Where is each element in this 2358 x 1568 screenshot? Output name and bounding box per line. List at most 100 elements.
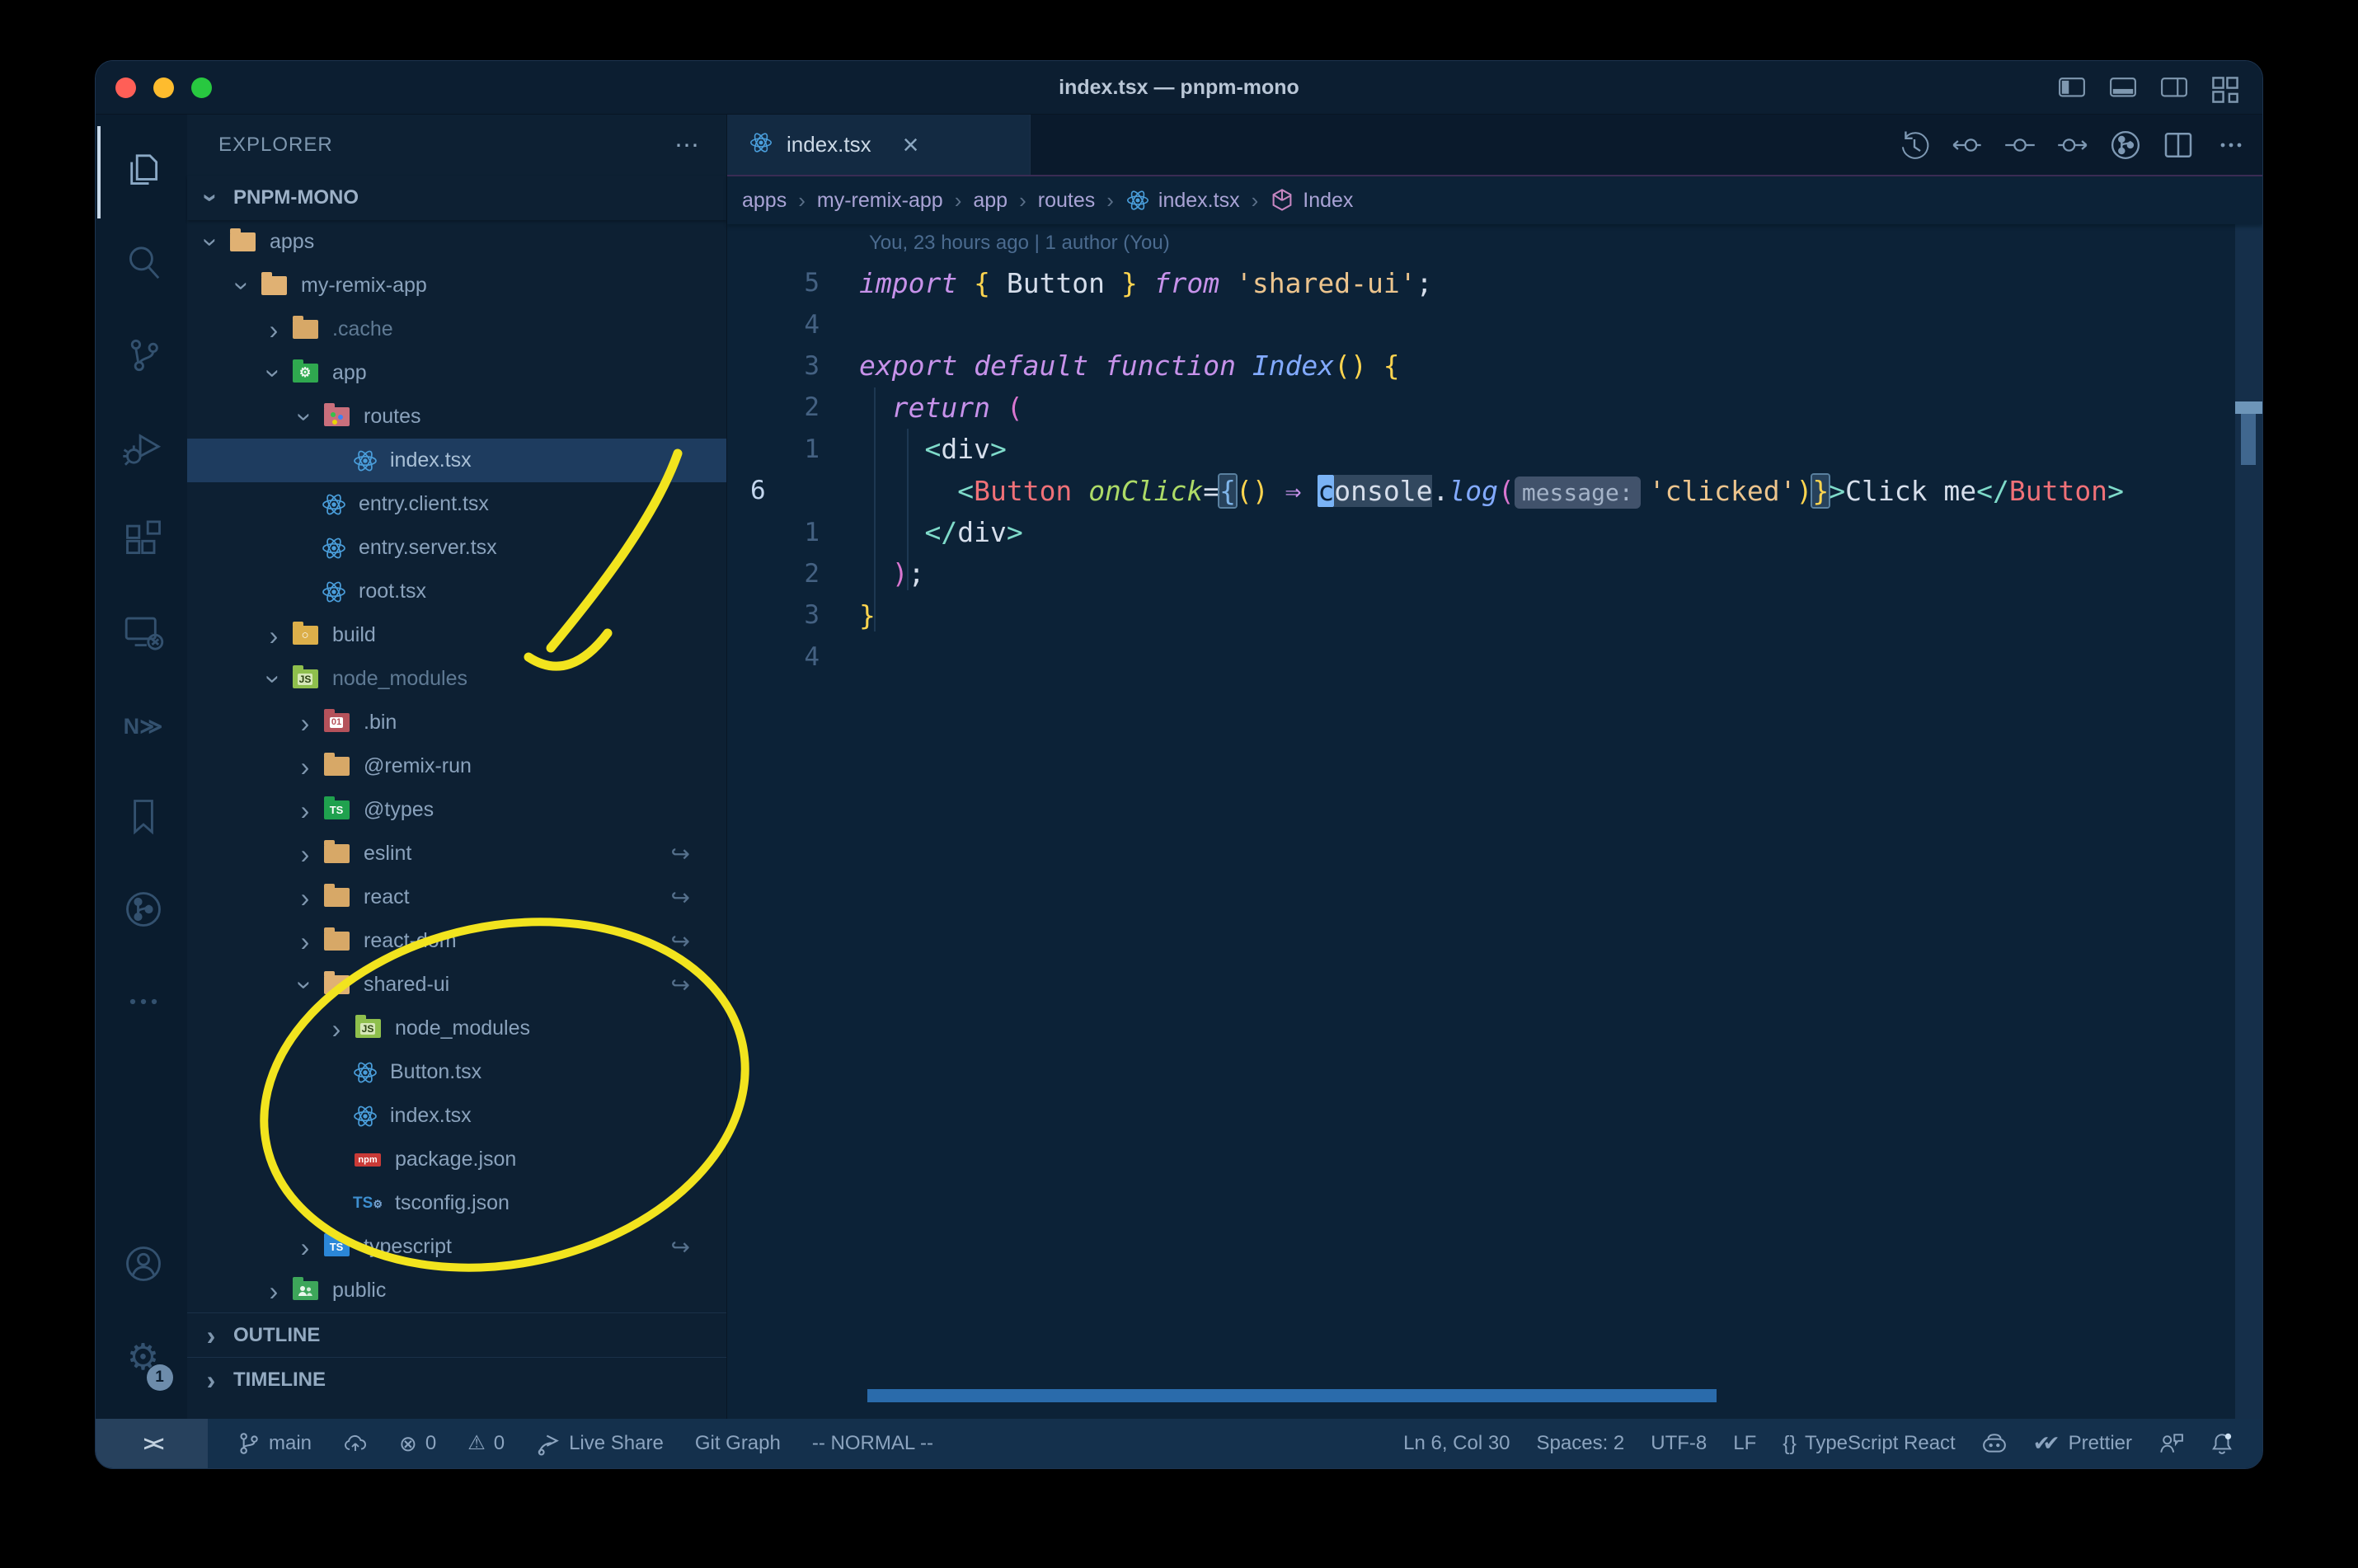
tree-item[interactable]: › my-remix-app [187,264,726,307]
chevron-right-icon[interactable]: › [289,1225,321,1269]
activity-bookmarks[interactable] [97,772,186,865]
tree-item[interactable]: index.tsx [187,1094,726,1138]
tree-item[interactable]: › eslint ↪ [187,832,726,876]
timeline-history-button[interactable] [1896,127,1933,163]
code-editor[interactable]: You, 23 hours ago | 1 author (You) 5 impo… [727,224,2262,1419]
tab-index-tsx[interactable]: index.tsx × [727,115,1031,175]
chevron-right-icon[interactable]: › [289,788,321,832]
chevron-right-icon[interactable]: › [289,701,321,744]
panel-timeline[interactable]: › TIMELINE [187,1357,726,1401]
breadcrumb-item[interactable]: Index [1270,188,1353,213]
tree-item[interactable]: › JS node_modules [187,1007,726,1050]
chevron-down-icon[interactable]: › [289,395,321,439]
status-git-graph[interactable]: Git Graph [695,1432,781,1455]
layout-sidebar-left-icon[interactable] [2058,76,2086,99]
activity-explorer[interactable] [96,126,186,218]
status-problems-warnings[interactable]: ⚠ 0 [467,1432,505,1455]
chevron-right-icon[interactable]: › [258,307,289,351]
tree-item[interactable]: entry.server.tsx [187,526,726,570]
chevron-down-icon[interactable]: › [195,220,227,264]
horizontal-scrollbar[interactable] [867,1389,1717,1402]
activity-remote-explorer[interactable] [97,588,186,680]
tree-item[interactable]: Button.tsx [187,1050,726,1094]
status-language-mode[interactable]: {} TypeScript React [1783,1432,1955,1456]
tree-item[interactable]: entry.client.tsx [187,482,726,526]
git-branch-overview-button[interactable] [2107,127,2144,163]
breadcrumb-item[interactable]: app [973,189,1008,213]
chevron-right-icon[interactable]: › [258,613,289,657]
activity-git-graph[interactable] [97,865,186,957]
breadcrumb-item[interactable]: my-remix-app [817,189,943,213]
activity-nx-console[interactable]: N≫ [97,680,186,772]
current-commit-button[interactable] [2002,127,2038,163]
next-change-button[interactable] [2055,127,2091,163]
status-encoding[interactable]: UTF-8 [1651,1432,1707,1455]
tree-item[interactable]: › @remix-run [187,744,726,788]
chevron-right-icon[interactable]: › [289,919,321,963]
tree-item[interactable]: › JS node_modules [187,657,726,701]
chevron-down-icon[interactable]: › [289,963,321,1007]
chevron-right-icon[interactable]: › [258,1269,289,1312]
chevron-down-icon[interactable]: › [258,657,289,701]
vertical-scrollbar[interactable] [2235,224,2262,1419]
chevron-right-icon[interactable]: › [321,1007,352,1050]
tree-item[interactable]: › shared-ui ↪ [187,963,726,1007]
status-git-branch[interactable]: main [236,1431,312,1456]
status-problems-errors[interactable]: ⊗ 0 [399,1432,436,1455]
status-formatter[interactable]: ✔✔ Prettier [2033,1431,2132,1456]
chevron-down-icon[interactable]: › [227,264,258,307]
tree-item[interactable]: › ○ build [187,613,726,657]
status-copilot[interactable] [1982,1431,2007,1456]
tree-item[interactable]: root.tsx [187,570,726,613]
status-feedback[interactable] [2158,1431,2183,1456]
remote-indicator[interactable]: >< [96,1419,208,1468]
tree-item[interactable]: npm package.json [187,1138,726,1181]
status-cursor-position[interactable]: Ln 6, Col 30 [1403,1432,1510,1455]
status-sync-changes[interactable] [343,1431,368,1456]
activity-more[interactable] [97,957,186,1049]
tree-item[interactable]: › apps [187,220,726,264]
previous-change-button[interactable] [1949,127,1985,163]
layout-panel-icon[interactable] [2109,76,2137,99]
tree-item[interactable]: › .cache [187,307,726,351]
zoom-window-button[interactable] [191,77,212,98]
more-actions-button[interactable] [2213,127,2249,163]
activity-source-control[interactable] [97,311,186,403]
scrollbar-thumb[interactable] [2235,401,2262,414]
tree-item[interactable]: › react ↪ [187,876,726,919]
chevron-right-icon[interactable]: › [289,744,321,788]
tree-item[interactable]: TS⚙ tsconfig.json [187,1181,726,1225]
activity-settings[interactable]: ⚙ 1 [97,1312,186,1404]
panel-outline[interactable]: › OUTLINE [187,1312,726,1357]
tree-item[interactable]: › public [187,1269,726,1312]
close-tab-icon[interactable]: × [903,131,919,159]
status-indentation[interactable]: Spaces: 2 [1537,1432,1625,1455]
tree-item[interactable]: › routes [187,395,726,439]
tree-item[interactable]: › TS typescript ↪ [187,1225,726,1269]
status-notifications[interactable] [2210,1431,2234,1456]
breadcrumb-item[interactable]: index.tsx [1125,188,1240,213]
activity-accounts[interactable] [97,1219,186,1312]
chevron-right-icon[interactable]: › [289,876,321,919]
layout-grid-icon[interactable] [2211,76,2239,103]
tree-item[interactable]: › react-dom ↪ [187,919,726,963]
sidebar-more-actions-icon[interactable]: ⋯ [674,131,702,160]
breadcrumb-item[interactable]: routes [1038,189,1095,213]
chevron-down-icon[interactable]: › [258,351,289,395]
layout-sidebar-right-icon[interactable] [2160,76,2188,99]
activity-search[interactable] [97,218,186,311]
workspace-section-header[interactable]: › PNPM-MONO [187,176,726,220]
status-vim-mode[interactable]: -- NORMAL -- [812,1432,933,1455]
tree-item[interactable]: › ⚙ app [187,351,726,395]
tree-item[interactable]: › 01 .bin [187,701,726,744]
breadcrumb-item[interactable]: apps [742,189,787,213]
split-editor-button[interactable] [2160,127,2196,163]
activity-extensions[interactable] [97,495,186,588]
chevron-right-icon[interactable]: › [289,832,321,876]
activity-run-debug[interactable] [97,403,186,495]
tree-item[interactable]: index.tsx [187,439,726,482]
status-eol-sequence[interactable]: LF [1733,1432,1756,1455]
tree-item[interactable]: › TS @types [187,788,726,832]
close-window-button[interactable] [115,77,136,98]
status-live-share[interactable]: Live Share [536,1431,664,1456]
